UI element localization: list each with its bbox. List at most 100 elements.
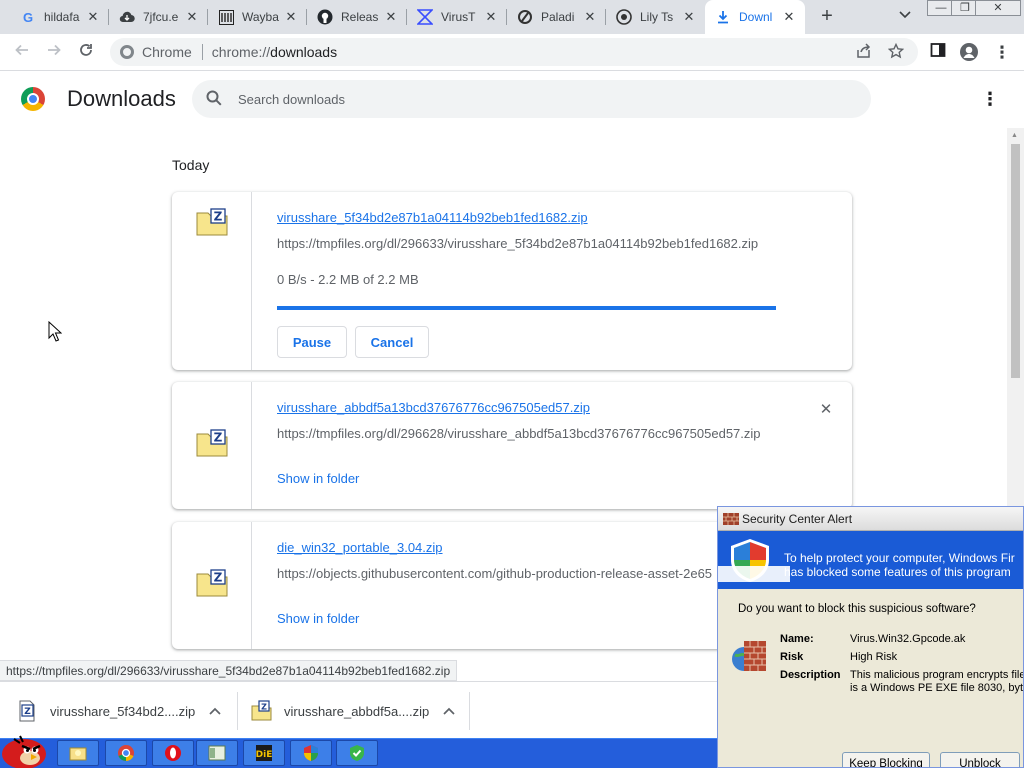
chevron-up-icon[interactable] <box>443 704 455 718</box>
github-icon <box>317 9 333 25</box>
site-name: Chrome <box>142 44 192 60</box>
address-bar[interactable]: Chrome chrome://downloads <box>110 38 918 66</box>
tab-title: VirusT <box>441 10 476 24</box>
page-title: Downloads <box>67 86 176 111</box>
forward-icon[interactable] <box>43 42 65 64</box>
unblock-button[interactable]: Unblock <box>940 752 1020 767</box>
site-info-chip[interactable]: Chrome <box>110 44 192 60</box>
scroll-up-arrow-icon[interactable]: ▲ <box>1011 132 1018 139</box>
tab-virustotal[interactable]: VirusT ✕ <box>407 0 507 34</box>
download-source-url: https://tmpfiles.org/dl/296628/virusshar… <box>277 426 761 441</box>
close-tab-icon[interactable]: ✕ <box>283 9 299 25</box>
pause-button[interactable]: Pause <box>277 326 347 358</box>
search-icon <box>205 89 223 107</box>
taskbar-window-icon[interactable] <box>196 740 238 766</box>
alert-message-line: To help protect your computer, Windows F… <box>784 551 1015 565</box>
download-icon <box>715 9 731 25</box>
lily-icon <box>616 9 632 25</box>
chrome-site-icon <box>120 45 134 59</box>
shelf-separator <box>469 692 470 730</box>
threat-name-value: Virus.Win32.Gpcode.ak <box>850 633 966 645</box>
back-icon[interactable] <box>11 42 33 64</box>
cloud-download-icon <box>119 9 135 25</box>
download-item: Z virusshare_5f34bd2e87b1a04114b92beb1fe… <box>172 192 852 370</box>
close-tab-icon[interactable]: ✕ <box>184 9 200 25</box>
tab-lily[interactable]: Lily Ts ✕ <box>606 0 705 34</box>
virustotal-icon <box>417 9 433 25</box>
chevron-up-icon[interactable] <box>209 704 221 718</box>
download-file-name[interactable]: virusshare_abbdf5a13bcd37676776cc967505e… <box>277 400 590 415</box>
zip-file-icon: Z <box>196 208 228 236</box>
close-tab-icon[interactable]: ✕ <box>781 9 797 25</box>
shelf-separator <box>237 692 238 730</box>
firewall-brick-icon <box>723 513 739 525</box>
download-source-url: https://tmpfiles.org/dl/296633/virusshar… <box>277 236 759 251</box>
tab-paladin[interactable]: Paladi ✕ <box>507 0 606 34</box>
firewall-globe-icon <box>732 641 766 671</box>
reload-icon[interactable] <box>75 42 97 64</box>
url-host: downloads <box>270 44 338 60</box>
side-panel-icon[interactable] <box>927 42 949 64</box>
scrollbar-thumb[interactable] <box>1011 144 1020 378</box>
show-in-folder-link[interactable]: Show in folder <box>277 471 359 486</box>
more-actions-icon[interactable]: ⋮ <box>980 88 1000 110</box>
browser-menu-icon[interactable]: ⋮ <box>991 42 1013 64</box>
svg-text:Z: Z <box>214 431 223 445</box>
taskbar-explorer-icon[interactable] <box>57 740 99 766</box>
zip-file-icon: Z <box>251 700 272 721</box>
remove-from-list-icon[interactable]: ✕ <box>818 400 834 418</box>
zip-file-icon: Z <box>196 569 228 597</box>
close-tab-icon[interactable]: ✕ <box>483 9 499 25</box>
tab-wayback[interactable]: Wayba ✕ <box>208 0 307 34</box>
close-tab-icon[interactable]: ✕ <box>383 9 399 25</box>
taskbar-shield-check-icon[interactable] <box>336 740 378 766</box>
svg-text:Z: Z <box>214 210 223 224</box>
date-header: Today <box>172 157 210 173</box>
download-file-name[interactable]: die_win32_portable_3.04.zip <box>277 540 443 555</box>
new-tab-icon[interactable]: + <box>816 6 838 28</box>
search-downloads-box[interactable] <box>192 80 871 118</box>
close-tab-icon[interactable]: ✕ <box>582 9 598 25</box>
tab-google[interactable]: G hildafa ✕ <box>10 0 109 34</box>
tab-downloads[interactable]: Downl ✕ <box>705 0 805 34</box>
profile-avatar-icon[interactable] <box>958 42 980 64</box>
share-icon[interactable] <box>856 43 872 63</box>
close-window-icon[interactable]: ✕ <box>975 0 1021 16</box>
show-in-folder-link[interactable]: Show in folder <box>277 611 359 626</box>
keep-blocking-button[interactable]: Keep Blocking <box>842 752 930 767</box>
link-status-bubble: https://tmpfiles.org/dl/296633/virusshar… <box>0 660 458 681</box>
taskbar-die-icon[interactable]: DiE <box>243 740 285 766</box>
threat-risk-label: Risk <box>780 651 804 663</box>
close-tab-icon[interactable]: ✕ <box>681 9 697 25</box>
omnibox-separator <box>201 44 203 60</box>
taskbar-opera-icon[interactable] <box>152 740 194 766</box>
taskbar-security-center-icon[interactable] <box>290 740 332 766</box>
tab-search-icon[interactable] <box>896 8 914 26</box>
url-text[interactable]: chrome://downloads <box>212 44 337 60</box>
download-file-name[interactable]: virusshare_5f34bd2e87b1a04114b92beb1fed1… <box>277 210 588 225</box>
taskbar-chrome-icon[interactable] <box>105 740 147 766</box>
alert-message-line: has blocked some features of this progra… <box>784 565 1011 579</box>
threat-description-label: Description <box>780 669 841 681</box>
angry-bird-start-icon[interactable] <box>0 730 50 768</box>
threat-description-line: This malicious program encrypts files <box>850 669 1024 681</box>
tab-7jfcu[interactable]: 7jfcu.e ✕ <box>109 0 208 34</box>
paladin-icon <box>517 9 533 25</box>
cancel-button[interactable]: Cancel <box>355 326 429 358</box>
tab-github[interactable]: Releas ✕ <box>307 0 407 34</box>
file-icon-column: Z <box>172 382 252 509</box>
dialog-glitch-patch <box>718 566 790 582</box>
search-input[interactable] <box>236 88 836 110</box>
mouse-cursor-icon <box>48 321 62 342</box>
chrome-logo-icon <box>21 87 45 111</box>
svg-text:Z: Z <box>261 703 267 712</box>
alert-titlebar[interactable]: Security Center Alert <box>718 507 1023 531</box>
zip-file-icon: Z <box>19 700 35 722</box>
svg-text:Z: Z <box>214 571 223 585</box>
bookmark-star-icon[interactable] <box>887 42 905 63</box>
file-icon-column: Z <box>172 192 252 370</box>
alert-title: Security Center Alert <box>742 512 853 526</box>
close-tab-icon[interactable]: ✕ <box>85 9 101 25</box>
shelf-item[interactable]: Z virusshare_abbdf5a....zip <box>250 682 455 740</box>
shelf-item-label: virusshare_abbdf5a....zip <box>284 703 430 719</box>
